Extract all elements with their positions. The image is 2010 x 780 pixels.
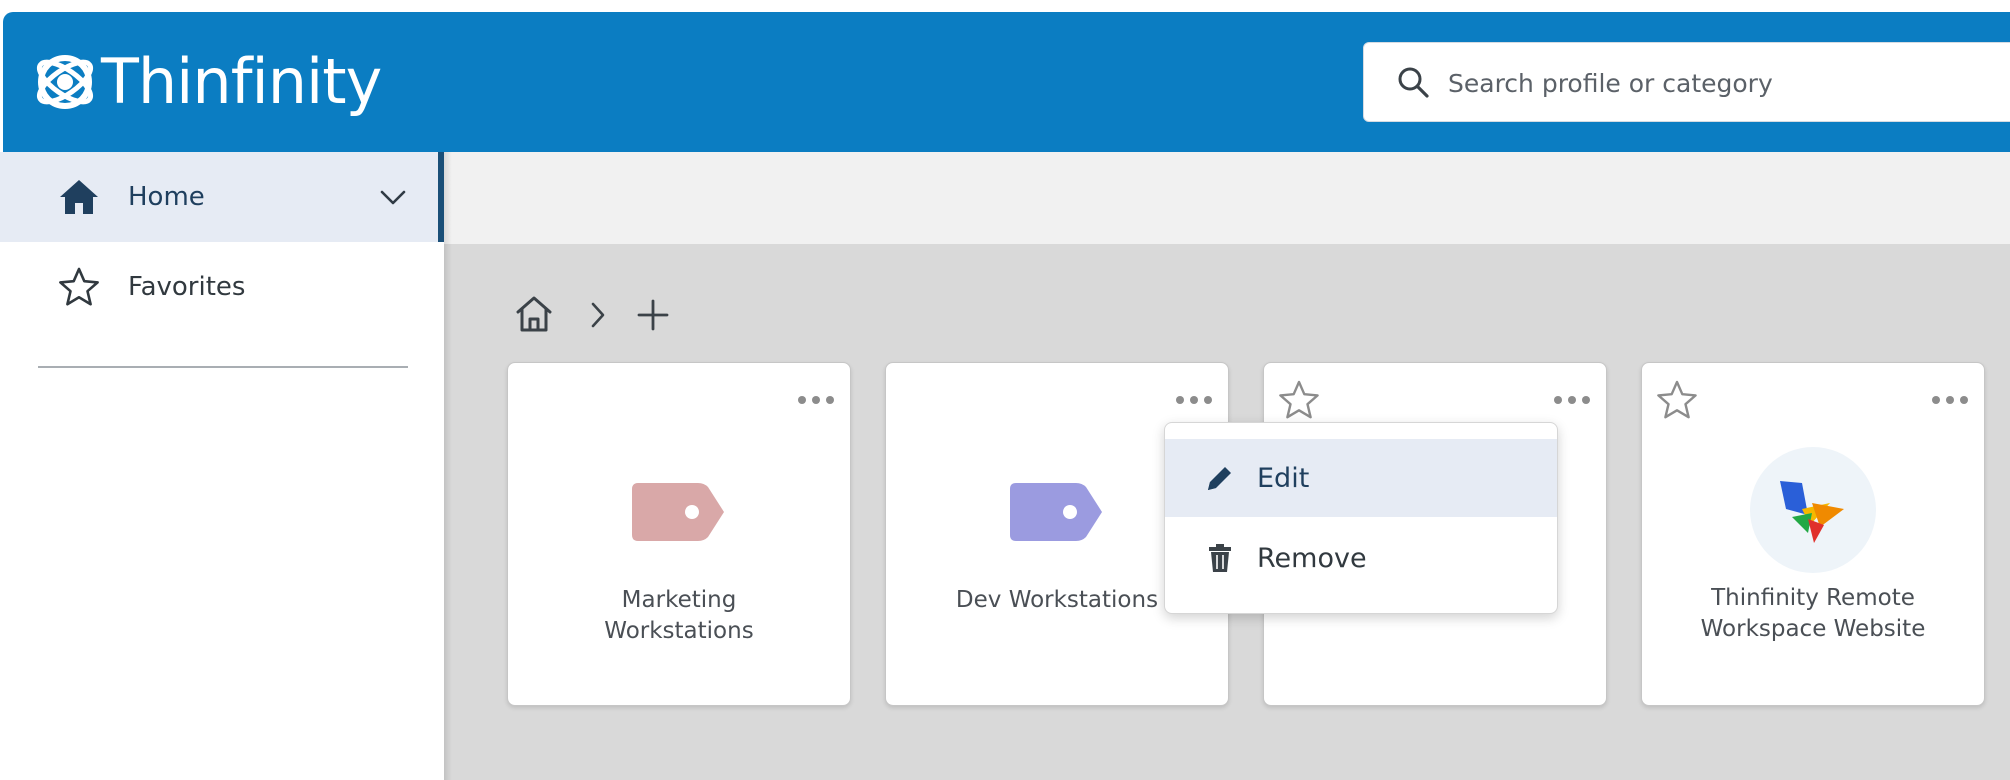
- star-outline-icon[interactable]: [1656, 379, 1698, 421]
- more-options-icon[interactable]: [1926, 385, 1968, 410]
- more-options-icon[interactable]: [1170, 385, 1212, 410]
- more-options-icon[interactable]: [792, 385, 834, 410]
- plus-icon[interactable]: [636, 298, 670, 332]
- star-outline-icon[interactable]: [1278, 379, 1320, 421]
- search-input[interactable]: [1446, 43, 1970, 123]
- app-window: Thinfinity Home Favorites: [0, 0, 2010, 780]
- top-header: Thinfinity: [3, 12, 2010, 152]
- chevron-down-icon[interactable]: [378, 182, 408, 212]
- context-menu-remove[interactable]: Remove: [1165, 519, 1557, 597]
- trash-icon: [1209, 544, 1231, 572]
- home-outline-icon[interactable]: [512, 292, 556, 336]
- card-title-line1: Thinfinity Remote: [1711, 585, 1915, 611]
- top-toolbar: [444, 152, 2010, 244]
- context-menu: Edit Remove: [1164, 422, 1558, 614]
- sidebar-item-home[interactable]: Home: [0, 152, 444, 242]
- more-options-icon[interactable]: [1548, 385, 1590, 410]
- context-menu-label: Edit: [1257, 462, 1310, 494]
- search-box[interactable]: [1363, 42, 2010, 123]
- home-icon: [60, 180, 98, 214]
- context-menu-label: Remove: [1257, 542, 1367, 574]
- tag-icon: [632, 483, 724, 541]
- profile-card-thinfinity-website[interactable]: Thinfinity Remote Workspace Website: [1641, 362, 1985, 706]
- thinfinity-logo-icon: [36, 55, 94, 109]
- card-title-line2: Workstations: [604, 618, 754, 644]
- pencil-icon: [1208, 467, 1231, 490]
- profile-card-marketing[interactable]: Marketing Workstations: [507, 362, 851, 706]
- brand-logo[interactable]: Thinfinity: [33, 45, 382, 118]
- star-icon: [59, 267, 99, 306]
- sidebar-item-label: Home: [128, 182, 205, 212]
- context-menu-edit[interactable]: Edit: [1165, 439, 1557, 517]
- card-title-line2: Workspace Website: [1700, 616, 1926, 642]
- sidebar: Home Favorites: [0, 152, 444, 780]
- sidebar-item-favorites[interactable]: Favorites: [0, 242, 440, 332]
- search-icon: [1398, 67, 1429, 98]
- brand-name: Thinfinity: [101, 45, 382, 118]
- sidebar-shadow: [444, 152, 452, 780]
- thinfinity-app-icon: [1750, 447, 1876, 573]
- tag-icon: [1010, 483, 1102, 541]
- sidebar-divider: [38, 366, 408, 368]
- chevron-right-icon: [591, 302, 605, 328]
- sidebar-item-label: Favorites: [128, 272, 246, 302]
- card-title-line1: Marketing: [621, 587, 737, 613]
